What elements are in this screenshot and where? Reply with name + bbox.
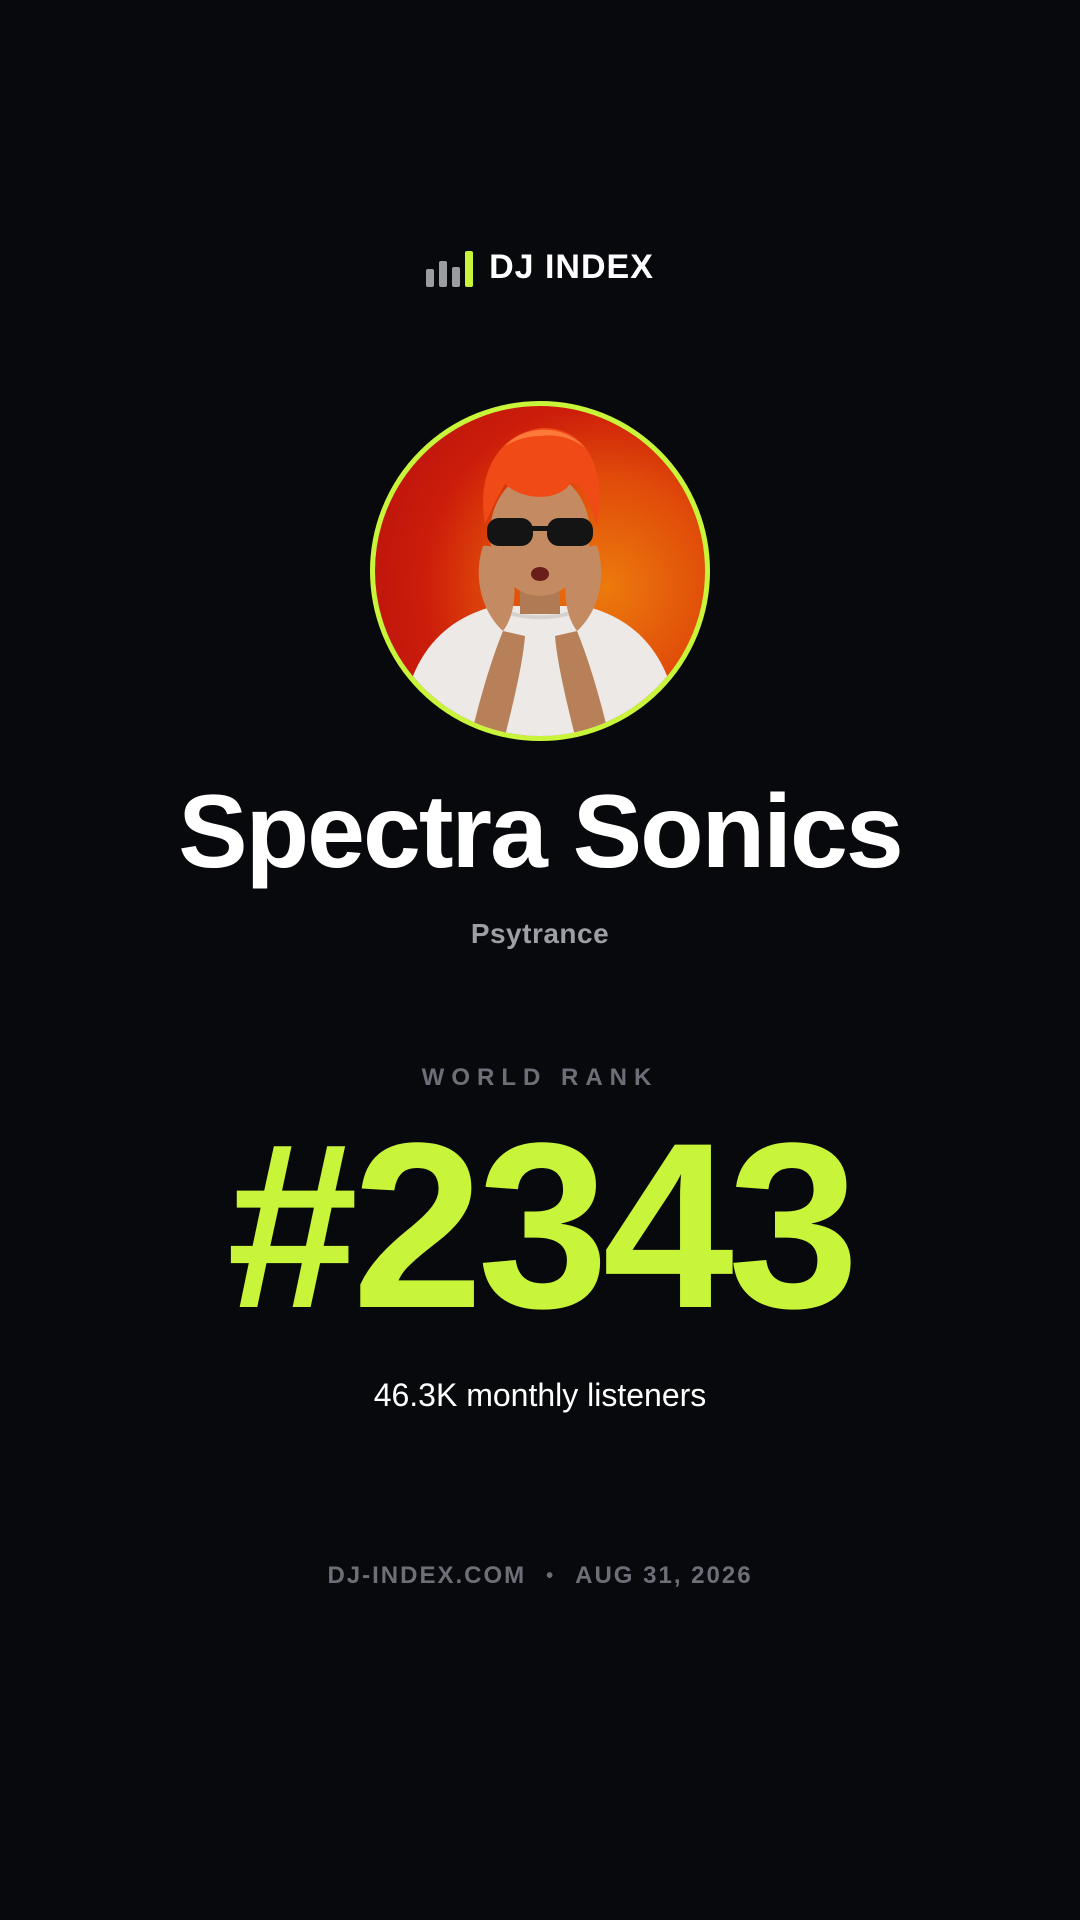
monthly-listeners: 46.3K monthly listeners xyxy=(373,1377,707,1413)
artist-name: Spectra Sonics xyxy=(178,774,903,890)
brand-name: DJ INDEX xyxy=(489,248,654,286)
artist-photo-icon xyxy=(400,428,680,736)
share-card: DJ INDEX Spectra Sonics Psytrance WORLD … xyxy=(0,0,1080,1920)
footer-separator: • xyxy=(546,1564,556,1587)
world-rank-value: #2343 xyxy=(226,1094,859,1358)
artist-genre: Psytrance xyxy=(470,918,610,949)
equalizer-bars-icon xyxy=(426,249,474,287)
footer-site: DJ-INDEX.COM xyxy=(327,1562,527,1589)
footer-date: AUG 31, 2026 xyxy=(575,1562,753,1589)
artist-avatar xyxy=(370,401,710,741)
world-rank-label: WORLD RANK xyxy=(421,1064,659,1091)
brand-header: DJ INDEX xyxy=(0,248,1080,287)
footer: DJ-INDEX.COM • AUG 31, 2026 xyxy=(0,1562,1080,1590)
